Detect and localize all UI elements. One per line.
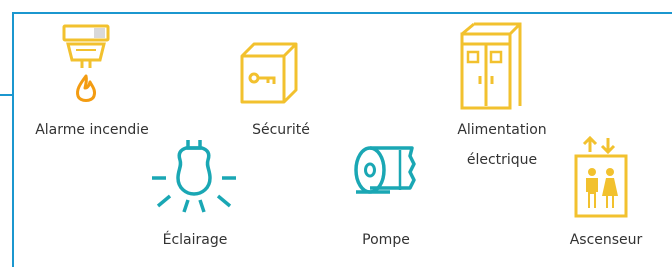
- label-ascenseur: Ascenseur: [569, 232, 643, 248]
- fire-alarm-icon: [62, 24, 110, 102]
- label-alarme-incendie: Alarme incendie: [35, 122, 149, 138]
- elevator-icon: [574, 135, 628, 218]
- label-alimentation: Alimentation: [457, 122, 547, 138]
- label-pompe: Pompe: [362, 232, 410, 248]
- label-securite: Sécurité: [252, 122, 310, 138]
- frame-left-border: [12, 12, 14, 267]
- pump-icon: [354, 146, 416, 194]
- frame-top-border: [12, 12, 672, 14]
- frame-connector-line: [0, 94, 12, 96]
- label-electrique: électrique: [466, 152, 538, 168]
- safe-key-icon: [240, 42, 298, 104]
- electrical-cabinet-icon: [460, 22, 522, 110]
- light-bulb-icon: [152, 140, 236, 213]
- building-systems-diagram: Alarme incendie Sécurité Alimentation él…: [0, 0, 672, 267]
- label-eclairage: Éclairage: [162, 232, 228, 248]
